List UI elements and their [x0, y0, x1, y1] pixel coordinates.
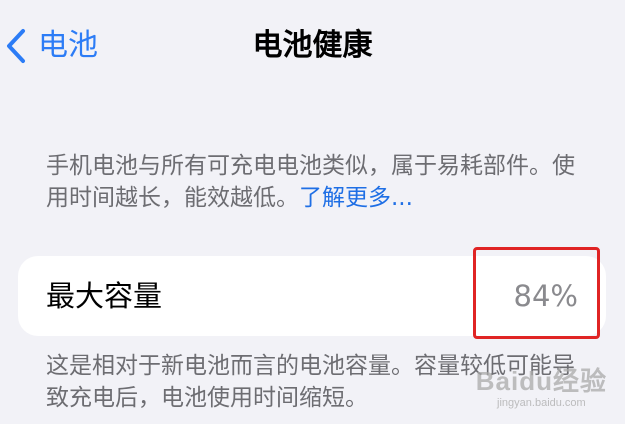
navigation-bar: 电池 电池健康: [0, 0, 625, 95]
max-capacity-row: 最大容量 84%: [18, 256, 606, 336]
max-capacity-value: 84%: [513, 279, 578, 313]
max-capacity-label: 最大容量: [46, 279, 163, 313]
learn-more-link[interactable]: 了解更多...: [299, 185, 413, 211]
battery-description: 手机电池与所有可充电电池类似，属于易耗部件。使用时间越长，能效越低。了解更多..…: [46, 150, 591, 214]
watermark-url: jingyan.baidu.com: [497, 397, 586, 409]
watermark-brand: Baidu经验: [475, 366, 607, 396]
baidu-watermark: Baidu经验 jingyan.baidu.com: [476, 366, 607, 410]
page-title: 电池健康: [252, 28, 373, 63]
